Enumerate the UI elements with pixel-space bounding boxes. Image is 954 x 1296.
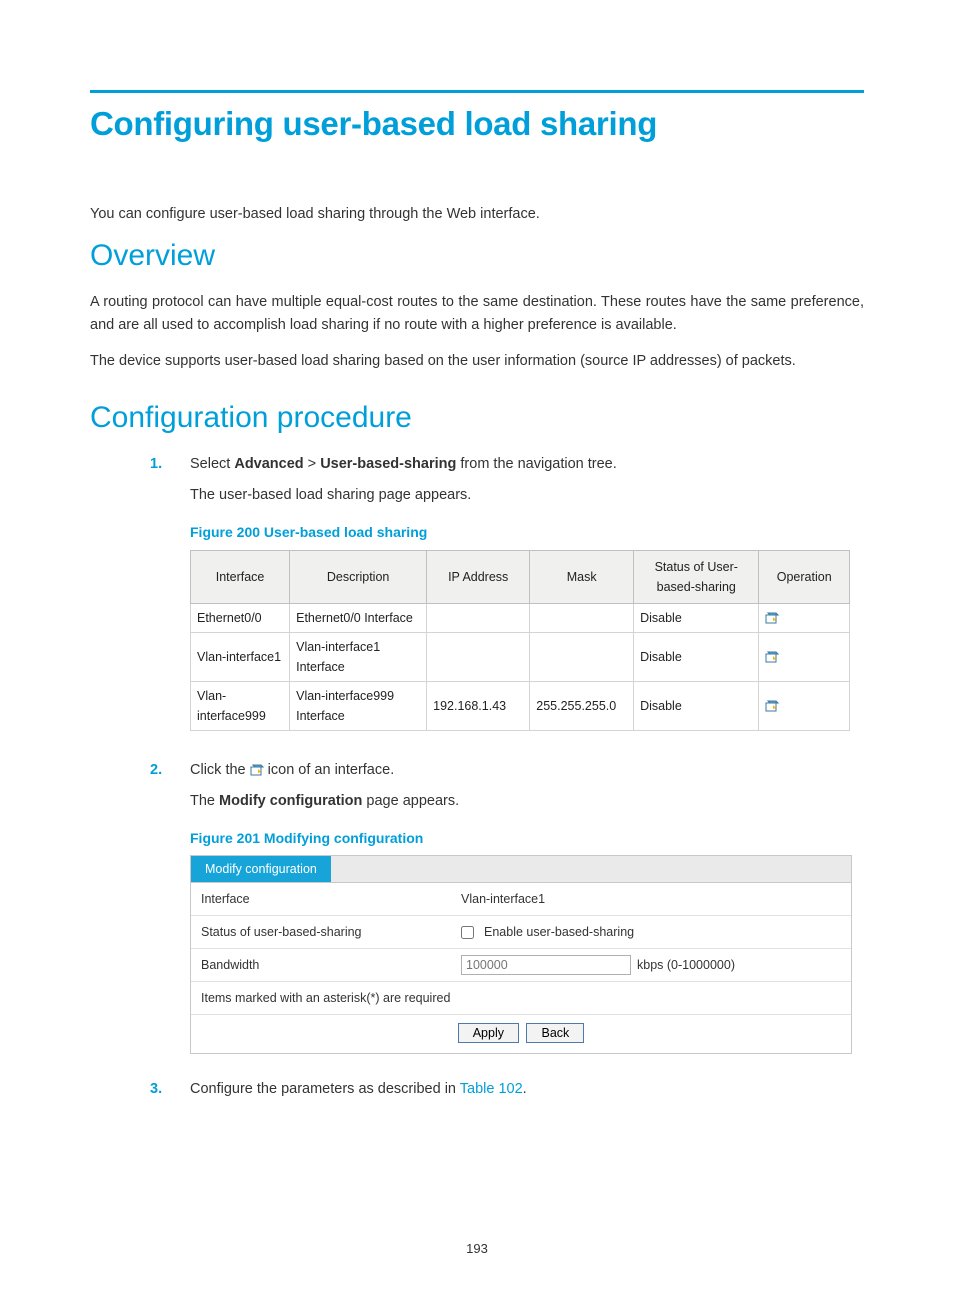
label-bandwidth: Bandwidth	[201, 955, 461, 975]
step2-sub-pre: The	[190, 793, 219, 809]
edit-icon[interactable]	[765, 612, 779, 624]
cell-iface: Ethernet0/0	[191, 603, 290, 632]
step2-sub-b: Modify configuration	[219, 793, 362, 809]
th-mask: Mask	[530, 550, 634, 603]
th-status: Status of User-based-sharing	[634, 550, 759, 603]
step2-post: icon of an interface.	[264, 762, 395, 778]
cell-desc: Vlan-interface1 Interface	[290, 632, 427, 681]
step1-gt: >	[304, 456, 321, 472]
step1-text: Select Advanced > User-based-sharing fro…	[190, 456, 617, 472]
row-status: Status of user-based-sharing Enable user…	[191, 916, 851, 949]
step2-text: Click the icon of an interface.	[190, 762, 394, 778]
cell-ip	[427, 603, 530, 632]
cell-mask	[530, 603, 634, 632]
checkbox-label: Enable user-based-sharing	[484, 922, 634, 942]
table-102-link[interactable]: Table 102	[460, 1081, 523, 1097]
label-status: Status of user-based-sharing	[201, 922, 461, 942]
cell-status: Disable	[634, 681, 759, 730]
value-interface: Vlan-interface1	[461, 889, 841, 909]
cell-mask: 255.255.255.0	[530, 681, 634, 730]
step-3: Configure the parameters as described in…	[150, 1078, 864, 1101]
intro-text: You can configure user-based load sharin…	[90, 203, 864, 225]
enable-ubs-checkbox[interactable]	[461, 926, 474, 939]
page-number: 193	[0, 1241, 954, 1256]
th-interface: Interface	[191, 550, 290, 603]
step2-pre: Click the	[190, 762, 250, 778]
step1-advanced: Advanced	[234, 456, 303, 472]
edit-icon	[250, 764, 264, 776]
procedure-heading: Configuration procedure	[90, 401, 864, 435]
load-sharing-table: Interface Description IP Address Mask St…	[190, 550, 850, 731]
cell-ip	[427, 632, 530, 681]
figure-200-caption: Figure 200 User-based load sharing	[190, 521, 864, 543]
page-title: Configuring user-based load sharing	[90, 105, 864, 143]
apply-button[interactable]: Apply	[458, 1023, 519, 1043]
cell-operation	[759, 603, 850, 632]
cell-operation	[759, 681, 850, 730]
step-1: Select Advanced > User-based-sharing fro…	[150, 453, 864, 731]
table-row: Vlan-interface1 Vlan-interface1 Interfac…	[191, 632, 850, 681]
step2-sub-post: page appears.	[362, 793, 459, 809]
edit-icon[interactable]	[765, 651, 779, 663]
step3-pre: Configure the parameters as described in	[190, 1081, 460, 1097]
step1-sub: The user-based load sharing page appears…	[190, 484, 864, 507]
cell-desc: Vlan-interface999 Interface	[290, 681, 427, 730]
overview-p2: The device supports user-based load shar…	[90, 350, 864, 372]
overview-p1: A routing protocol can have multiple equ…	[90, 291, 864, 336]
cell-ip: 192.168.1.43	[427, 681, 530, 730]
row-bandwidth: Bandwidth kbps (0-1000000)	[191, 949, 851, 982]
row-interface: Interface Vlan-interface1	[191, 883, 851, 916]
figure-201-caption: Figure 201 Modifying configuration	[190, 827, 864, 849]
bandwidth-unit: kbps (0-1000000)	[637, 955, 735, 975]
step3-post: .	[523, 1081, 527, 1097]
step-2: Click the icon of an interface. The Modi…	[150, 759, 864, 1055]
top-rule	[90, 90, 864, 93]
cell-iface: Vlan-interface999	[191, 681, 290, 730]
tab-modify-config[interactable]: Modify configuration	[191, 856, 331, 882]
overview-heading: Overview	[90, 239, 864, 273]
step1-post: from the navigation tree.	[456, 456, 616, 472]
edit-icon[interactable]	[765, 700, 779, 712]
step2-sub: The Modify configuration page appears.	[190, 790, 864, 813]
table-row: Ethernet0/0 Ethernet0/0 Interface Disabl…	[191, 603, 850, 632]
cell-mask	[530, 632, 634, 681]
required-note: Items marked with an asterisk(*) are req…	[191, 982, 851, 1015]
tab-bar: Modify configuration	[191, 856, 851, 883]
step1-pre: Select	[190, 456, 234, 472]
th-description: Description	[290, 550, 427, 603]
cell-desc: Ethernet0/0 Interface	[290, 603, 427, 632]
bandwidth-input[interactable]	[461, 955, 631, 975]
cell-operation	[759, 632, 850, 681]
back-button[interactable]: Back	[526, 1023, 584, 1043]
th-operation: Operation	[759, 550, 850, 603]
step1-ubs: User-based-sharing	[320, 456, 456, 472]
cell-status: Disable	[634, 603, 759, 632]
cell-status: Disable	[634, 632, 759, 681]
button-row: Apply Back	[191, 1015, 851, 1053]
th-ip: IP Address	[427, 550, 530, 603]
modify-config-panel: Modify configuration Interface Vlan-inte…	[190, 855, 852, 1054]
label-interface: Interface	[201, 889, 461, 909]
table-row: Vlan-interface999 Vlan-interface999 Inte…	[191, 681, 850, 730]
cell-iface: Vlan-interface1	[191, 632, 290, 681]
